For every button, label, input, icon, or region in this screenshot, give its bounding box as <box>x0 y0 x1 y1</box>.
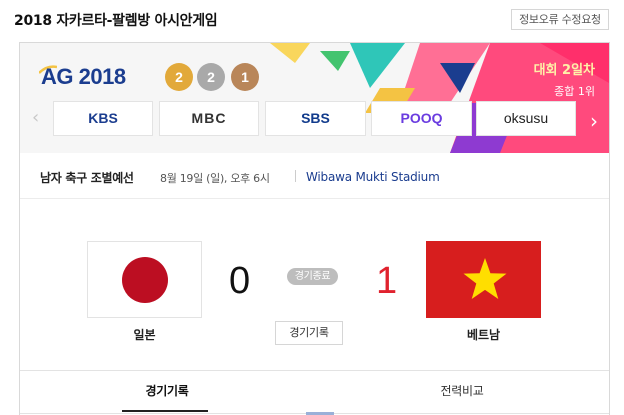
tournament-day-info[interactable]: 대회 2일차 종합 1위 <box>534 59 595 99</box>
match-tabs: 경기기록 전력비교 <box>20 370 609 415</box>
broadcaster-sbs[interactable]: SBS <box>265 101 366 136</box>
venue-link[interactable]: Wibawa Mukti Stadium <box>306 170 440 184</box>
home-score: 0 <box>229 260 251 302</box>
overall-rank: 종합 1위 <box>554 85 595 98</box>
ag-2018-logo: AG 2018 <box>41 64 126 89</box>
header-row: 2018 자카르타-팔렘방 아시안게임 정보오류 수정요청 <box>0 0 624 38</box>
tab-team-comparison[interactable]: 전력비교 <box>315 371 609 415</box>
game-record-button[interactable]: 경기기록 <box>275 321 343 345</box>
silver-medal-count: 2 <box>197 63 225 91</box>
chevron-left-icon[interactable]: ‹ <box>32 107 48 129</box>
match-card: AG 2018 2 2 1 대회 2일차 종합 1위 ‹ KBS MBC SBS… <box>19 42 610 415</box>
vietnam-flag[interactable] <box>426 241 541 318</box>
broadcaster-mbc[interactable]: MBC <box>159 101 259 136</box>
match-info-bar: 남자 축구 조별예선 8월 19일 (일), 오후 6시 Wibawa Mukt… <box>20 154 609 199</box>
broadcaster-pooq[interactable]: POOQ <box>371 101 472 136</box>
event-name: 남자 축구 조별예선 <box>40 171 134 185</box>
tournament-day: 대회 2일차 <box>533 63 595 78</box>
home-team-name[interactable]: 일본 <box>87 326 202 343</box>
chevron-right-icon[interactable]: › <box>579 101 609 141</box>
broadcaster-oksusu[interactable]: oksusu <box>476 101 576 136</box>
active-tab-indicator <box>122 410 208 412</box>
report-error-button[interactable]: 정보오류 수정요청 <box>511 9 609 30</box>
status-badge: 경기종료 <box>287 268 338 285</box>
japan-flag[interactable] <box>87 241 202 318</box>
page-title: 2018 자카르타-팔렘방 아시안게임 <box>14 13 218 29</box>
gold-medal-count: 2 <box>165 63 193 91</box>
asian-games-banner: AG 2018 2 2 1 대회 2일차 종합 1위 ‹ KBS MBC SBS… <box>20 43 609 153</box>
divider <box>295 170 296 182</box>
away-team-name[interactable]: 베트남 <box>426 326 541 343</box>
broadcaster-carousel: ‹ KBS MBC SBS POOQ oksusu › <box>20 101 609 141</box>
match-datetime: 8월 19일 (일), 오후 6시 <box>160 172 270 185</box>
tab-game-record[interactable]: 경기기록 <box>20 371 314 415</box>
broadcaster-kbs[interactable]: KBS <box>53 101 153 136</box>
away-score: 1 <box>376 260 398 302</box>
japan-flag-sun <box>122 257 168 303</box>
vietnam-flag-star-icon <box>463 258 507 299</box>
bronze-medal-count: 1 <box>231 63 259 91</box>
